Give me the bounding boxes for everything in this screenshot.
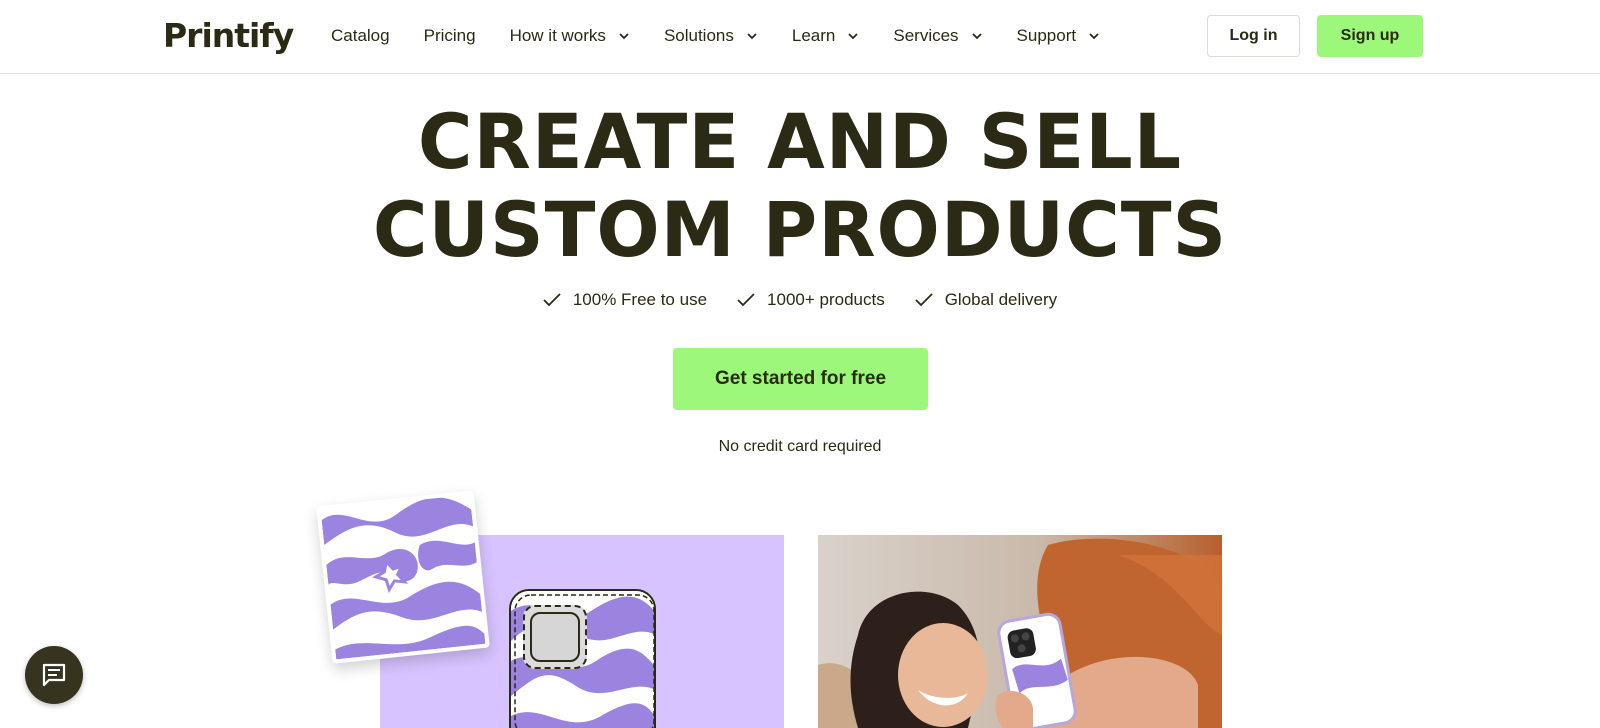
check-icon (737, 293, 755, 307)
feature-list: 100% Free to use 1000+ products Global d… (0, 290, 1600, 310)
feature-item: Global delivery (915, 290, 1057, 310)
nav-catalog-label: Catalog (331, 26, 390, 45)
camera-lens-area (530, 612, 580, 662)
feature-label: 1000+ products (767, 290, 885, 309)
nav-learn-label: Learn (791, 26, 836, 45)
nav-how-it-works-label: How it works (509, 26, 606, 45)
chevron-down-icon (848, 33, 858, 40)
hero-title: CREATE AND SELL CUSTOM PRODUCTS (16, 98, 1584, 274)
nav-support[interactable]: Support (1017, 26, 1101, 46)
nav-pricing-label: Pricing (423, 26, 476, 45)
nav-services[interactable]: Services (893, 26, 982, 46)
chat-icon (42, 663, 66, 687)
signup-button[interactable]: Sign up (1317, 15, 1423, 57)
get-started-button[interactable]: Get started for free (673, 348, 928, 410)
camera-cutout (523, 605, 587, 669)
wavy-pattern (320, 494, 486, 660)
nav-solutions-label: Solutions (663, 26, 734, 45)
top-navigation-bar: Printify Catalog Pricing How it works So… (0, 0, 1600, 74)
nav-pricing[interactable]: Pricing (424, 26, 476, 46)
feature-label: 100% Free to use (572, 290, 708, 309)
hero-title-line-2: CUSTOM PRODUCTS (372, 185, 1228, 274)
feature-item: 100% Free to use (543, 290, 707, 310)
chevron-down-icon (1089, 33, 1099, 40)
feature-label: Global delivery (944, 290, 1058, 309)
nav-learn[interactable]: Learn (792, 26, 859, 46)
login-button[interactable]: Log in (1207, 15, 1300, 57)
lifestyle-photo (818, 535, 1222, 728)
nav-services-label: Services (893, 26, 959, 45)
no-credit-card-note: No credit card required (718, 438, 882, 455)
woman-with-phone-image (818, 535, 1222, 728)
pattern-swatch-card (316, 490, 490, 664)
check-icon (915, 293, 933, 307)
chevron-down-icon (971, 33, 982, 40)
printify-logo[interactable]: Printify (163, 16, 294, 55)
chat-button[interactable] (25, 646, 83, 704)
main-nav: Catalog Pricing How it works Solutions L… (331, 0, 1134, 72)
nav-solutions[interactable]: Solutions (664, 26, 758, 46)
chevron-down-icon (619, 33, 629, 40)
chevron-down-icon (747, 33, 757, 40)
check-icon (543, 293, 561, 307)
hero-title-line-1: CREATE AND SELL (417, 97, 1183, 186)
feature-item: 1000+ products (737, 290, 885, 310)
nav-catalog[interactable]: Catalog (331, 26, 390, 46)
phone-case-mockup (509, 589, 656, 728)
nav-support-label: Support (1016, 26, 1077, 45)
nav-how-it-works[interactable]: How it works (510, 26, 630, 46)
